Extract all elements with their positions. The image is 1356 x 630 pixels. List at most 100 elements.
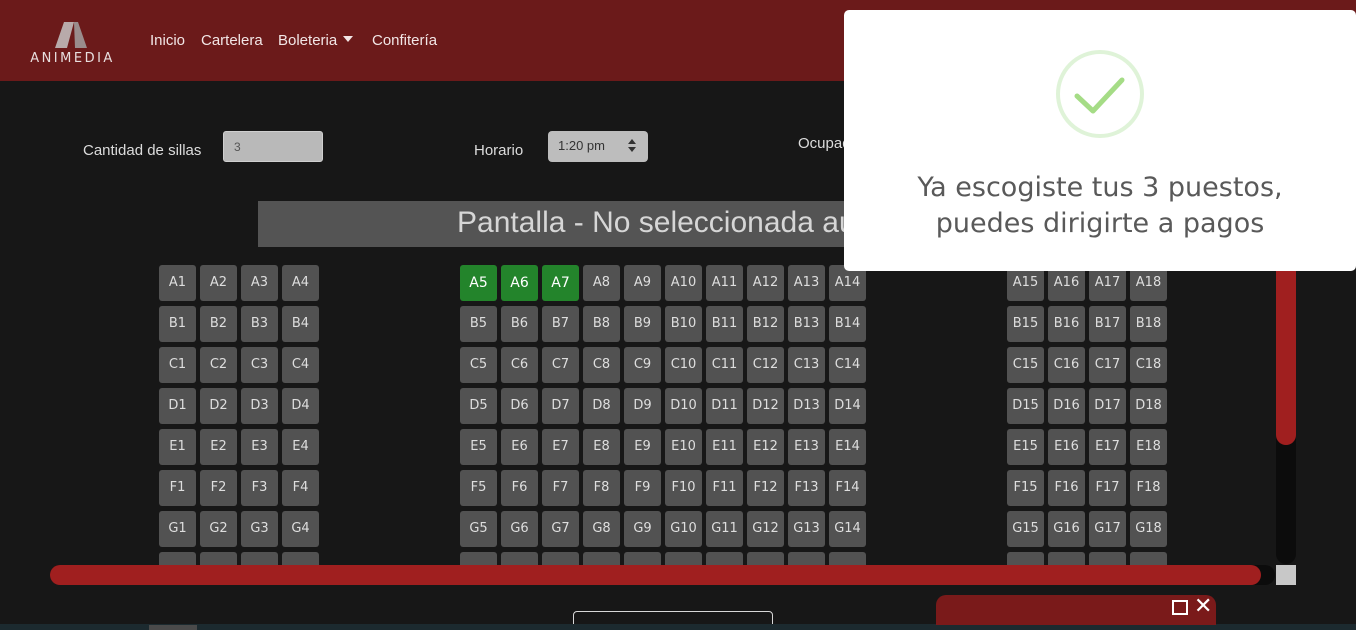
seat-b6[interactable]: B6: [501, 306, 538, 342]
seat-a4[interactable]: A4: [282, 265, 319, 301]
seat-b9[interactable]: B9: [624, 306, 661, 342]
seat-c7[interactable]: C7: [542, 347, 579, 383]
seat-a3[interactable]: A3: [241, 265, 278, 301]
seat-b2[interactable]: B2: [200, 306, 237, 342]
seat-e5[interactable]: E5: [460, 429, 497, 465]
seat-c18[interactable]: C18: [1130, 347, 1167, 383]
seat-f11[interactable]: F11: [706, 470, 743, 506]
close-icon[interactable]: ✕: [1194, 596, 1212, 618]
seat[interactable]: [1089, 552, 1126, 565]
seat-g8[interactable]: G8: [583, 511, 620, 547]
seat[interactable]: [460, 552, 497, 565]
seat[interactable]: [282, 552, 319, 565]
nav-boleteria[interactable]: Boleteria: [278, 32, 354, 49]
nav-cartelera[interactable]: Cartelera: [201, 32, 263, 49]
seat[interactable]: [1130, 552, 1167, 565]
seat-g12[interactable]: G12: [747, 511, 784, 547]
seat-b10[interactable]: B10: [665, 306, 702, 342]
seat-d3[interactable]: D3: [241, 388, 278, 424]
seat-b1[interactable]: B1: [159, 306, 196, 342]
seat-a12[interactable]: A12: [747, 265, 784, 301]
seat-c4[interactable]: C4: [282, 347, 319, 383]
seat-a1[interactable]: A1: [159, 265, 196, 301]
seat-a6[interactable]: A6: [501, 265, 538, 301]
seat-e6[interactable]: E6: [501, 429, 538, 465]
seat-b8[interactable]: B8: [583, 306, 620, 342]
quantity-input[interactable]: 3: [223, 131, 323, 162]
seat-c9[interactable]: C9: [624, 347, 661, 383]
seat-c10[interactable]: C10: [665, 347, 702, 383]
seat[interactable]: [829, 552, 866, 565]
seat-b16[interactable]: B16: [1048, 306, 1085, 342]
seat-d14[interactable]: D14: [829, 388, 866, 424]
seat-g1[interactable]: G1: [159, 511, 196, 547]
seat-a2[interactable]: A2: [200, 265, 237, 301]
seat-g3[interactable]: G3: [241, 511, 278, 547]
brand-logo[interactable]: ANIMEDIA: [25, 20, 120, 68]
seat-f15[interactable]: F15: [1007, 470, 1044, 506]
seat-f14[interactable]: F14: [829, 470, 866, 506]
seat-f1[interactable]: F1: [159, 470, 196, 506]
seat-b18[interactable]: B18: [1130, 306, 1167, 342]
seat-d10[interactable]: D10: [665, 388, 702, 424]
seat-b3[interactable]: B3: [241, 306, 278, 342]
seat[interactable]: [200, 552, 237, 565]
seat[interactable]: [1048, 552, 1085, 565]
seat-g9[interactable]: G9: [624, 511, 661, 547]
seat-a7[interactable]: A7: [542, 265, 579, 301]
maximize-icon[interactable]: [1172, 600, 1188, 615]
seat-f18[interactable]: F18: [1130, 470, 1167, 506]
nav-confiteria[interactable]: Confitería: [372, 32, 437, 49]
seat-c13[interactable]: C13: [788, 347, 825, 383]
seat[interactable]: [624, 552, 661, 565]
seat-a8[interactable]: A8: [583, 265, 620, 301]
seat-g15[interactable]: G15: [1007, 511, 1044, 547]
seat-f8[interactable]: F8: [583, 470, 620, 506]
seat-e7[interactable]: E7: [542, 429, 579, 465]
seat[interactable]: [501, 552, 538, 565]
seat-a5[interactable]: A5: [460, 265, 497, 301]
seat-f9[interactable]: F9: [624, 470, 661, 506]
seat-f2[interactable]: F2: [200, 470, 237, 506]
seat-f13[interactable]: F13: [788, 470, 825, 506]
seat-e16[interactable]: E16: [1048, 429, 1085, 465]
seat-c1[interactable]: C1: [159, 347, 196, 383]
seat-a13[interactable]: A13: [788, 265, 825, 301]
seat-f5[interactable]: F5: [460, 470, 497, 506]
seat-f4[interactable]: F4: [282, 470, 319, 506]
seat-f16[interactable]: F16: [1048, 470, 1085, 506]
seat-c3[interactable]: C3: [241, 347, 278, 383]
seat-b15[interactable]: B15: [1007, 306, 1044, 342]
seat[interactable]: [747, 552, 784, 565]
seat-b12[interactable]: B12: [747, 306, 784, 342]
seat-c5[interactable]: C5: [460, 347, 497, 383]
seat-d6[interactable]: D6: [501, 388, 538, 424]
seat-e15[interactable]: E15: [1007, 429, 1044, 465]
seat-c11[interactable]: C11: [706, 347, 743, 383]
seat[interactable]: [706, 552, 743, 565]
seat-b13[interactable]: B13: [788, 306, 825, 342]
seat-g2[interactable]: G2: [200, 511, 237, 547]
seat-g5[interactable]: G5: [460, 511, 497, 547]
seat-b7[interactable]: B7: [542, 306, 579, 342]
seat-d18[interactable]: D18: [1130, 388, 1167, 424]
seat-e3[interactable]: E3: [241, 429, 278, 465]
seat-d13[interactable]: D13: [788, 388, 825, 424]
seat-d17[interactable]: D17: [1089, 388, 1126, 424]
seat-e12[interactable]: E12: [747, 429, 784, 465]
seat-g4[interactable]: G4: [282, 511, 319, 547]
seat-a9[interactable]: A9: [624, 265, 661, 301]
seat-a11[interactable]: A11: [706, 265, 743, 301]
seat[interactable]: [542, 552, 579, 565]
seat[interactable]: [788, 552, 825, 565]
seat-c15[interactable]: C15: [1007, 347, 1044, 383]
seat-d15[interactable]: D15: [1007, 388, 1044, 424]
nav-inicio[interactable]: Inicio: [150, 32, 185, 49]
seat-c17[interactable]: C17: [1089, 347, 1126, 383]
seat-d4[interactable]: D4: [282, 388, 319, 424]
seat-c16[interactable]: C16: [1048, 347, 1085, 383]
seat-f17[interactable]: F17: [1089, 470, 1126, 506]
seat-g16[interactable]: G16: [1048, 511, 1085, 547]
seat-b11[interactable]: B11: [706, 306, 743, 342]
seat[interactable]: [583, 552, 620, 565]
